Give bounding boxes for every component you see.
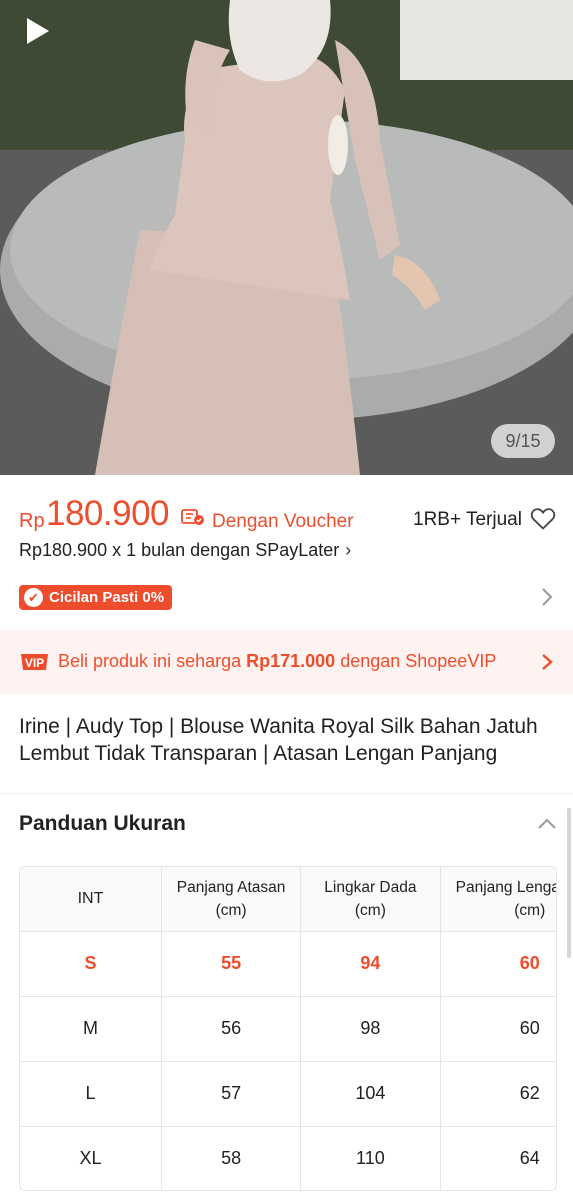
size-table: INT Panjang Atasan (cm) Lingkar Dada (cm) …	[20, 867, 556, 1190]
play-icon	[27, 18, 49, 44]
size-cell: S	[20, 931, 162, 997]
value-cell: 94	[300, 931, 441, 997]
table-row[interactable]: XL 58 110 64	[20, 1126, 556, 1190]
video-play-button[interactable]	[20, 14, 54, 48]
spaylater-text: Rp180.900 x 1 bulan dengan SPayLater	[19, 540, 340, 560]
product-image[interactable]: 9/15	[0, 0, 573, 475]
shopee-vip-banner[interactable]: VIP Beli produk ini seharga Rp171.000 de…	[0, 630, 573, 694]
size-table-container[interactable]: INT Panjang Atasan (cm) Lingkar Dada (cm) …	[19, 866, 557, 1191]
product-photo	[0, 0, 573, 475]
value-cell: 104	[300, 1061, 441, 1127]
chevron-right-icon: ›	[345, 540, 352, 560]
size-cell: XL	[20, 1126, 162, 1190]
vip-badge-icon: VIP	[21, 654, 48, 670]
size-cell: M	[20, 996, 162, 1062]
scrollbar[interactable]	[567, 808, 571, 958]
header-lingkar-dada: Lingkar Dada (cm)	[300, 867, 441, 932]
check-circle-icon: ✔	[24, 588, 43, 607]
vip-price: Rp171.000	[246, 651, 336, 671]
value-cell: 58	[161, 1126, 302, 1190]
header-panjang-lengan: Panjang Lengan Baju(cm)	[440, 867, 556, 932]
table-row[interactable]: L 57 104 62	[20, 1061, 556, 1127]
header-panjang-atasan: Panjang Atasan (cm)	[161, 867, 302, 932]
value-cell: 64	[440, 1126, 556, 1190]
cicilan-label: Cicilan Pasti 0%	[49, 589, 165, 606]
svg-text:VIP: VIP	[25, 656, 44, 670]
size-cell: L	[20, 1061, 162, 1127]
chevron-right-icon	[542, 654, 553, 670]
image-counter: 9/15	[491, 424, 555, 458]
value-cell: 57	[161, 1061, 302, 1127]
table-row[interactable]: M 56 98 60	[20, 996, 556, 1062]
vip-offer-text: Beli produk ini seharga Rp171.000 dengan…	[58, 651, 497, 671]
value-cell: 55	[161, 931, 302, 997]
chevron-right-icon[interactable]	[539, 586, 555, 608]
section-divider	[0, 793, 573, 794]
value-cell: 60	[440, 996, 556, 1062]
value-cell: 60	[440, 931, 556, 997]
voucher-label[interactable]: Dengan Voucher	[212, 511, 354, 533]
size-guide-title: Panduan Ukuran	[19, 812, 186, 835]
spaylater-installment-link[interactable]: Rp180.900 x 1 bulan dengan SPayLater ›	[19, 540, 351, 561]
value-cell: 98	[300, 996, 441, 1062]
table-row[interactable]: S 55 94 60	[20, 931, 556, 997]
price-row: Rp 180.900 Dengan Voucher 1RB+ Terjual	[19, 494, 559, 538]
price-value: 180.900	[46, 494, 170, 533]
value-cell: 56	[161, 996, 302, 1062]
heart-outline-icon[interactable]	[530, 507, 556, 531]
header-int: INT	[20, 867, 162, 932]
sold-count: 1RB+ Terjual	[413, 509, 522, 530]
product-title: Irine | Audy Top | Blouse Wanita Royal S…	[19, 715, 538, 765]
voucher-icon	[181, 509, 204, 525]
value-cell: 62	[440, 1061, 556, 1127]
chevron-up-icon[interactable]	[536, 814, 558, 834]
size-table-header: INT Panjang Atasan (cm) Lingkar Dada (cm) …	[20, 867, 556, 932]
cicilan-badge: ✔ Cicilan Pasti 0%	[19, 585, 173, 610]
value-cell: 110	[300, 1126, 441, 1190]
price-currency: Rp	[19, 510, 45, 532]
